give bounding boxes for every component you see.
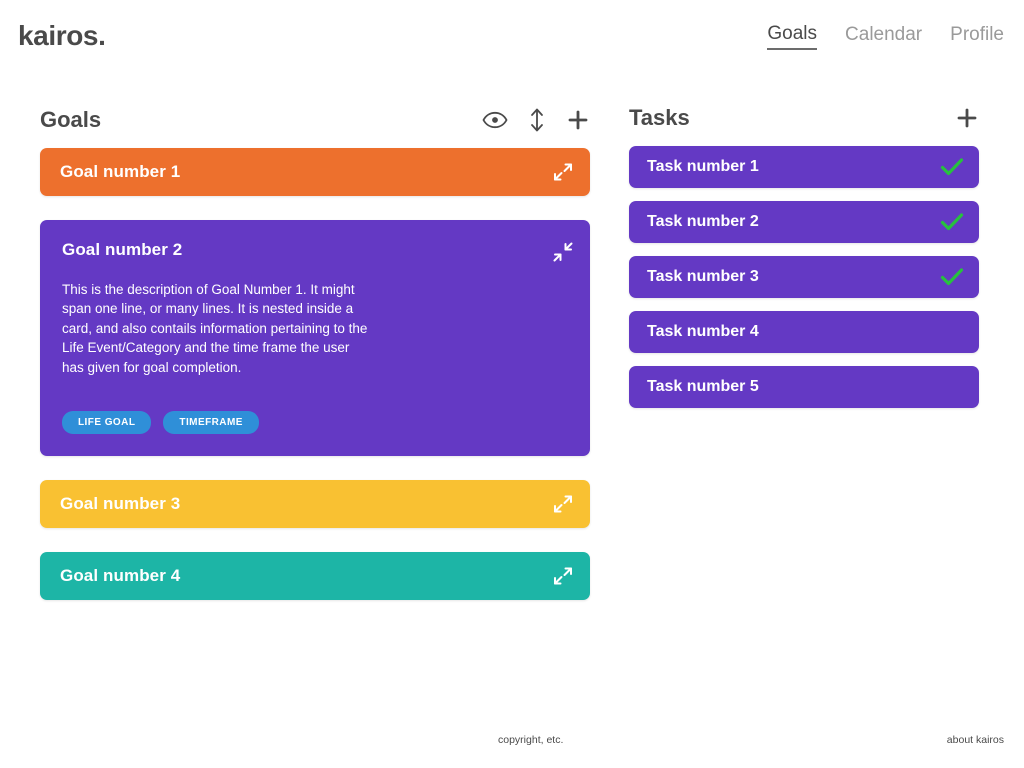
eye-icon[interactable] [482, 111, 508, 129]
goals-panel-actions [482, 107, 590, 133]
task-card-title: Task number 5 [647, 378, 759, 395]
app-logo: kairos. [18, 20, 106, 51]
goal-card-expanded[interactable]: Goal number 2 This is the description of… [40, 220, 590, 457]
nav-link-calendar[interactable]: Calendar [845, 24, 922, 48]
check-icon[interactable] [940, 212, 964, 232]
goals-panel: Goals Goal number 1 Goal number 2 This i… [40, 100, 590, 624]
task-card-title: Task number 1 [647, 158, 759, 175]
expand-icon[interactable] [553, 494, 573, 514]
nav-link-goals[interactable]: Goals [767, 23, 818, 50]
check-icon[interactable] [940, 157, 964, 177]
top-navigation-bar: kairos. Goals Calendar Profile [0, 0, 1024, 72]
tasks-panel-header: Tasks [629, 98, 979, 138]
main-nav: Goals Calendar Profile [767, 23, 1004, 50]
goal-card-title: Goal number 4 [60, 566, 181, 586]
task-card-title: Task number 4 [647, 323, 759, 340]
nav-link-profile[interactable]: Profile [950, 24, 1004, 48]
task-card[interactable]: Task number 1 [629, 146, 979, 188]
check-icon[interactable] [940, 267, 964, 287]
task-card-title: Task number 3 [647, 268, 759, 285]
goal-card[interactable]: Goal number 3 [40, 480, 590, 529]
badge-timeframe[interactable]: TIMEFRAME [163, 411, 259, 435]
goal-card-title: Goal number 2 [62, 240, 183, 259]
expand-icon[interactable] [553, 566, 573, 586]
plus-icon[interactable] [566, 108, 590, 132]
task-card[interactable]: Task number 5 [629, 366, 979, 408]
collapse-icon[interactable] [553, 242, 573, 262]
task-card-title: Task number 2 [647, 213, 759, 230]
goal-card-title: Goal number 1 [60, 162, 181, 181]
tasks-panel-title: Tasks [629, 105, 690, 130]
goal-card[interactable]: Goal number 1 [40, 148, 590, 196]
goal-card-description: This is the description of Goal Number 1… [62, 282, 368, 375]
task-card[interactable]: Task number 3 [629, 256, 979, 298]
goal-card[interactable]: Goal number 4 [40, 552, 590, 601]
app-root: kairos. Goals Calendar Profile Goals Goa… [0, 0, 1024, 768]
footer-copyright: copyright, etc. [498, 734, 564, 746]
footer-about-link[interactable]: about kairos [947, 734, 1004, 746]
goal-card-title: Goal number 3 [60, 494, 181, 514]
task-card[interactable]: Task number 2 [629, 201, 979, 243]
goals-panel-title: Goals [40, 107, 102, 132]
tasks-panel-actions [955, 106, 979, 130]
plus-icon[interactable] [955, 106, 979, 130]
badge-life-goal[interactable]: LIFE GOAL [62, 411, 152, 435]
task-card[interactable]: Task number 4 [629, 311, 979, 353]
goals-panel-header: Goals [40, 100, 590, 140]
sort-icon[interactable] [528, 107, 546, 133]
expand-icon[interactable] [553, 162, 573, 182]
goal-card-badges: LIFE GOAL TIMEFRAME [62, 411, 570, 435]
tasks-panel: Tasks Task number 1 Task number 2 Task n… [629, 98, 979, 421]
page-footer: copyright, etc. about kairos [0, 712, 1024, 768]
